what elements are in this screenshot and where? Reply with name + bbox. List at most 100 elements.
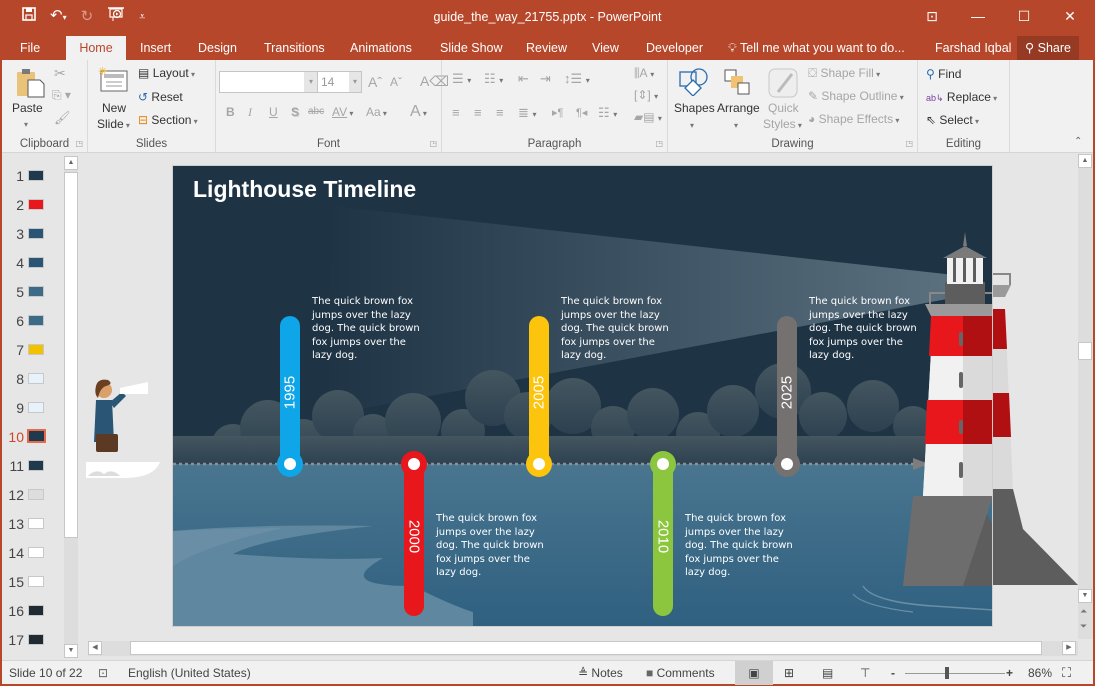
font-name-input[interactable]: ▾ — [219, 71, 319, 93]
paste-button[interactable]: Paste — [12, 101, 43, 115]
copy-icon[interactable]: ⎘ ▾ — [52, 88, 71, 103]
scroll-left-icon[interactable]: ◀ — [88, 641, 102, 655]
arrange-icon[interactable] — [723, 68, 751, 99]
normal-view-button[interactable]: ▣ — [735, 661, 773, 685]
slide-thumbnail[interactable]: 14 — [2, 539, 64, 568]
drawing-launcher-icon[interactable]: ◳ — [905, 139, 913, 148]
milestone-description[interactable]: The quick brown fox jumps over the lazy … — [436, 512, 548, 580]
slide-thumbnail[interactable]: 5 — [2, 278, 64, 307]
slide-thumbnail[interactable]: 3 — [2, 220, 64, 249]
strikethrough-button[interactable]: abc — [308, 106, 324, 117]
bold-button[interactable]: B — [226, 105, 235, 119]
quick-styles-label-1[interactable]: Quick — [768, 101, 799, 115]
align-left-icon[interactable]: ≡ — [452, 105, 460, 120]
slide-thumbnail-image[interactable] — [28, 576, 44, 587]
scroll-down-arrow-icon[interactable]: ▼ — [64, 644, 78, 658]
align-center-icon[interactable]: ≡ — [474, 105, 482, 120]
tab-review[interactable]: Review — [516, 36, 577, 60]
slide-thumbnail[interactable]: 1 — [2, 162, 64, 191]
increase-indent-icon[interactable]: ⇥ — [540, 71, 551, 87]
decrease-indent-icon[interactable]: ⇤ — [518, 71, 529, 87]
font-color-button[interactable]: A ▾ — [410, 103, 427, 121]
arrange-dropdown-icon[interactable]: ▾ — [734, 121, 738, 130]
slide-thumbnail-image[interactable] — [28, 373, 44, 384]
slide-thumbnail-image[interactable] — [28, 402, 44, 413]
bullets-icon[interactable]: ☰ ▾ — [452, 71, 471, 87]
thumbnail-scrollbar[interactable]: ▲ ▼ — [64, 156, 78, 658]
italic-button[interactable]: I — [248, 105, 252, 120]
justify-icon[interactable]: ≣ ▾ — [518, 105, 537, 121]
editor-vertical-scrollbar[interactable]: ▲ ▼ ⏶ ⏷ — [1078, 154, 1093, 639]
scroll-right-icon[interactable]: ▶ — [1062, 641, 1076, 655]
comments-button[interactable]: ■ Comments — [646, 661, 715, 685]
reading-view-button[interactable]: ▤ — [822, 661, 833, 685]
next-slide-icon[interactable]: ⏷ — [1080, 621, 1087, 632]
shape-fill-button[interactable]: ⛋ Shape Fill ▾ — [808, 66, 880, 81]
tab-developer[interactable]: Developer — [636, 36, 713, 60]
user-name[interactable]: Farshad Iqbal — [935, 36, 1011, 60]
columns-icon[interactable]: ☷ ▾ — [598, 105, 617, 121]
tab-slide-show[interactable]: Slide Show — [430, 36, 513, 60]
milestone-description[interactable]: The quick brown fox jumps over the lazy … — [561, 295, 673, 363]
slide-thumbnail-image[interactable] — [28, 634, 44, 645]
text-direction-icon[interactable]: ⫼A ▾ — [634, 66, 654, 81]
editor-scroll-thumb[interactable] — [1078, 342, 1092, 360]
shapes-dropdown-icon[interactable]: ▾ — [690, 121, 694, 130]
slide-thumbnail-image[interactable] — [28, 489, 44, 500]
font-name-dropdown-icon[interactable]: ▾ — [304, 72, 318, 92]
slide-thumbnail-image[interactable] — [27, 429, 46, 443]
numbering-icon[interactable]: ☷ ▾ — [484, 71, 503, 87]
paragraph-launcher-icon[interactable]: ◳ — [655, 139, 663, 148]
slide-thumbnail[interactable]: 16 — [2, 597, 64, 626]
slide-thumbnail-image[interactable] — [28, 518, 44, 529]
align-text-icon[interactable]: [⇕] ▾ — [634, 88, 658, 102]
slide-thumbnail-image[interactable] — [28, 344, 44, 355]
shadow-button[interactable]: S — [291, 105, 299, 119]
maximize-button[interactable]: ☐ — [1001, 0, 1047, 32]
slide-thumbnail[interactable]: 15 — [2, 568, 64, 597]
tab-animations[interactable]: Animations — [340, 36, 422, 60]
new-slide-button[interactable]: Slide ▾ — [97, 117, 130, 131]
character-spacing-button[interactable]: AV ▾ — [332, 105, 353, 119]
new-slide-label-1[interactable]: New — [102, 101, 126, 115]
shapes-button[interactable]: Shapes — [674, 101, 715, 115]
slide-thumbnail[interactable]: 10 — [2, 423, 64, 452]
slide-sorter-button[interactable]: ⊞ — [784, 661, 794, 685]
font-size-input[interactable]: 14 ▾ — [317, 71, 362, 93]
fit-to-window-icon[interactable]: ⛶ — [1062, 661, 1071, 685]
share-button[interactable]: ⚲ Share — [1017, 36, 1079, 60]
select-button[interactable]: ⇖ Select ▾ — [926, 113, 979, 127]
slide-thumbnail[interactable]: 17 — [2, 626, 64, 655]
collapse-ribbon-icon[interactable]: ⌃ — [1074, 136, 1082, 147]
line-spacing-icon[interactable]: ↕☰ ▾ — [564, 71, 590, 87]
thumbnail-scroll-thumb[interactable] — [64, 172, 78, 538]
zoom-level[interactable]: 86% — [1028, 661, 1052, 685]
quick-styles-icon[interactable] — [768, 68, 798, 101]
rtl-icon[interactable]: ¶◂ — [576, 106, 587, 119]
zoom-slider-handle[interactable] — [945, 667, 949, 679]
previous-slide-icon[interactable]: ⏶ — [1080, 606, 1087, 617]
reset-button[interactable]: ↺ Reset — [138, 90, 183, 104]
tab-design[interactable]: Design — [188, 36, 247, 60]
slide-thumbnail-image[interactable] — [28, 460, 44, 471]
minimize-button[interactable]: — — [955, 0, 1001, 32]
font-size-dropdown-icon[interactable]: ▾ — [349, 72, 361, 92]
spell-check-icon[interactable]: ⊡ — [98, 661, 108, 685]
new-slide-icon[interactable]: ✳ — [98, 65, 128, 98]
cut-icon[interactable]: ✂ — [54, 65, 66, 82]
editor-scroll-down-icon[interactable]: ▼ — [1078, 589, 1092, 603]
milestone-description[interactable]: The quick brown fox jumps over the lazy … — [312, 295, 424, 363]
milestone-description[interactable]: The quick brown fox jumps over the lazy … — [685, 512, 797, 580]
format-painter-icon[interactable]: 🖌︎ — [54, 110, 71, 126]
slide-thumbnail[interactable]: 8 — [2, 365, 64, 394]
tab-view[interactable]: View — [582, 36, 629, 60]
editor-scroll-up-icon[interactable]: ▲ — [1078, 154, 1092, 168]
milestone-description[interactable]: The quick brown fox jumps over the lazy … — [809, 295, 921, 363]
layout-button[interactable]: ▤ Layout ▾ — [138, 66, 195, 80]
shape-effects-button[interactable]: ◕ Shape Effects ▾ — [808, 112, 899, 126]
slide-thumbnail-image[interactable] — [28, 547, 44, 558]
slide-thumbnail[interactable]: 4 — [2, 249, 64, 278]
clipboard-launcher-icon[interactable]: ◳ — [75, 139, 83, 148]
slide-thumbnail[interactable]: 6 — [2, 307, 64, 336]
slide-thumbnail-image[interactable] — [28, 315, 44, 326]
